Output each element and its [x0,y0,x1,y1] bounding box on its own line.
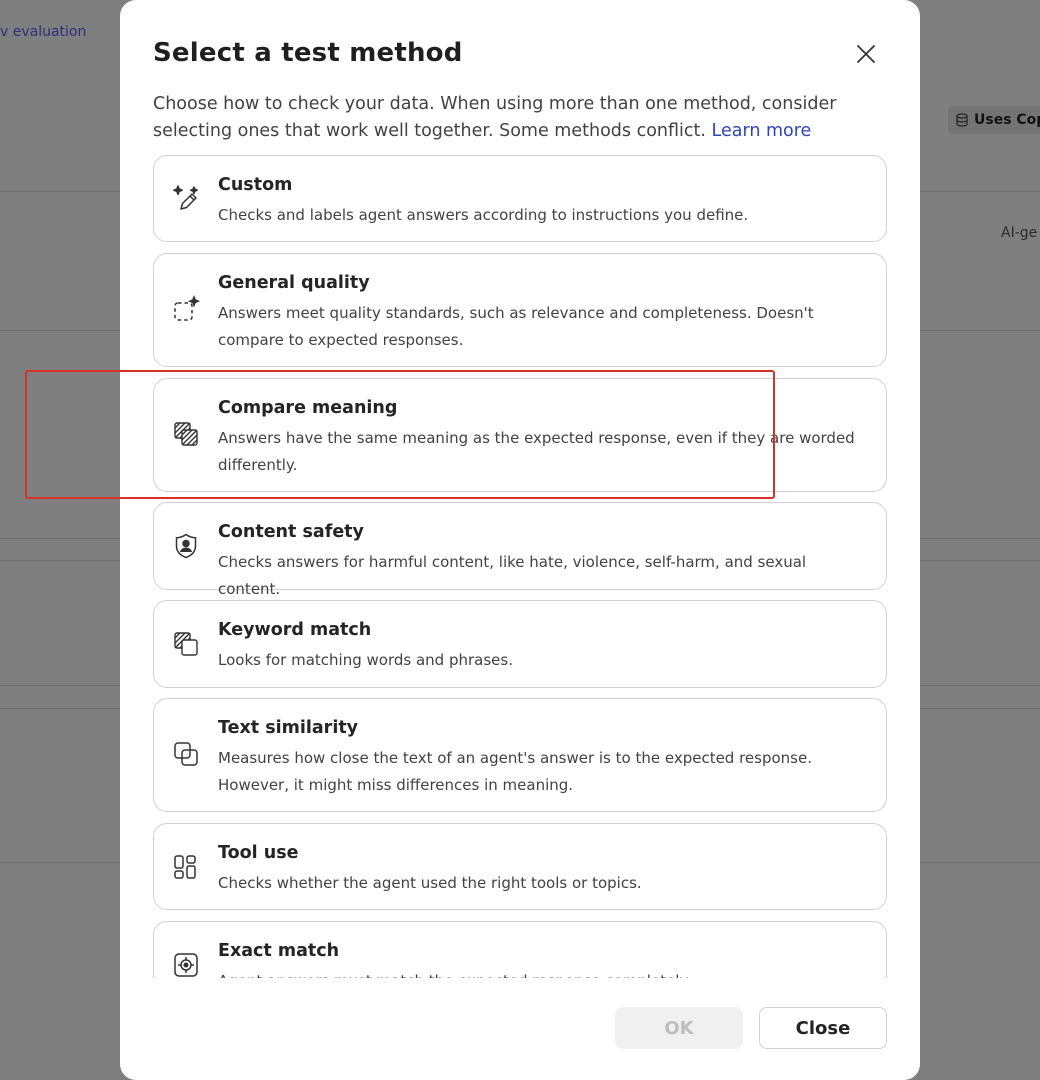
method-description: Answers have the same meaning as the exp… [218,429,855,474]
sparkle-pen-icon [172,184,200,212]
close-button[interactable]: Close [759,1007,887,1049]
close-icon[interactable] [848,36,884,72]
shield-person-icon [172,532,200,560]
method-option-text-similarity[interactable]: Text similarity Measures how close the t… [153,698,887,812]
method-option-tool-use[interactable]: Tool use Checks whether the agent used t… [153,823,887,910]
apps-layout-icon [172,853,200,881]
learn-more-link[interactable]: Learn more [712,121,812,141]
target-square-icon [172,951,200,978]
method-option-keyword-match[interactable]: Keyword match Looks for matching words a… [153,600,887,688]
method-option-compare-meaning[interactable]: Compare meaning Answers have the same me… [153,378,887,492]
method-option-general-quality[interactable]: General quality Answers meet quality sta… [153,253,887,367]
method-description: Measures how close the text of an agent'… [218,749,812,794]
method-name: Content safety [218,522,364,542]
copy-squares-icon [172,740,200,768]
dialog-description: Choose how to check your data. When usin… [153,91,893,145]
method-description: Answers meet quality standards, such as … [218,304,814,349]
method-option-content-safety[interactable]: Content safety Checks answers for harmfu… [153,502,887,598]
hatched-squares-icon [172,420,200,448]
ok-button[interactable]: OK [615,1007,743,1049]
method-option-exact-match[interactable]: Exact match Agent answers must match the… [153,921,887,978]
dialog-title: Select a test method [153,38,463,68]
method-option-custom[interactable]: Custom Checks and labels agent answers a… [153,155,887,242]
method-name: Text similarity [218,718,359,738]
method-name: Compare meaning [218,398,398,418]
method-name: Tool use [218,843,299,863]
database-icon [956,113,968,127]
method-name: Custom [218,175,293,195]
background-link: v evaluation [0,24,87,40]
overlapping-squares-icon [172,630,200,658]
method-description: Agent answers must match the expected re… [218,968,868,978]
background-badge-label: Uses Cop [974,112,1040,128]
method-name: General quality [218,273,370,293]
method-description: Looks for matching words and phrases. [218,651,513,669]
method-description: Checks answers for harmful content, like… [218,553,807,598]
dashed-square-sparkle-icon [172,295,200,323]
method-list[interactable]: Custom Checks and labels agent answers a… [153,155,887,978]
method-description: Checks whether the agent used the right … [218,874,642,892]
method-name: Keyword match [218,620,372,640]
background-badge: Uses Cop [948,106,1040,134]
background-column-text: AI-ge [1001,225,1038,241]
method-description: Checks and labels agent answers accordin… [218,206,749,224]
select-test-method-dialog: Select a test method Choose how to check… [120,0,920,1080]
method-name: Exact match [218,941,340,961]
